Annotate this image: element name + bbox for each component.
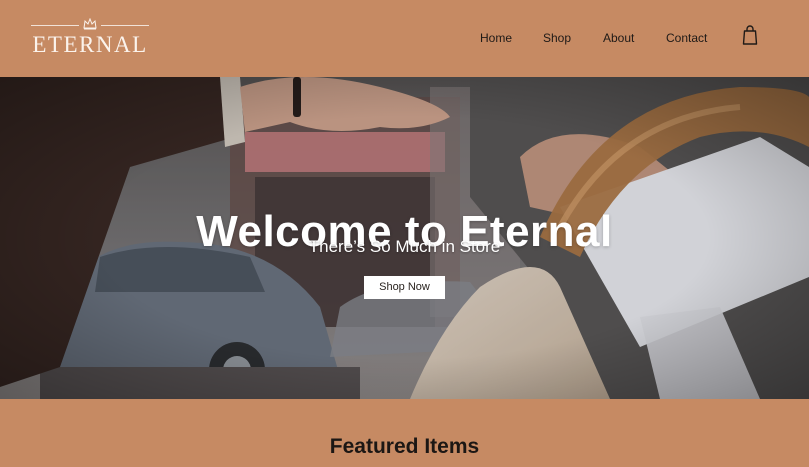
nav-item-about[interactable]: About <box>603 30 634 46</box>
crown-icon <box>83 18 97 30</box>
hero-subtitle: There’s So Much in Store <box>308 237 501 256</box>
featured-section: Featured Items <box>0 399 809 467</box>
logo-rule-right <box>101 25 149 26</box>
nav-item-contact[interactable]: Contact <box>666 30 707 46</box>
hero-banner: Welcome to Eternal There’s So Much in St… <box>0 77 809 399</box>
site-header: Eternal Home Shop About Contact <box>0 0 809 77</box>
featured-title: Featured Items <box>329 435 480 458</box>
nav-item-home[interactable]: Home <box>480 30 512 46</box>
nav-item-shop[interactable]: Shop <box>543 30 571 46</box>
logo-rule-left <box>31 25 79 26</box>
shop-now-button[interactable]: Shop Now <box>364 276 445 299</box>
main-nav: Home Shop About Contact <box>0 30 809 46</box>
shopping-bag-icon[interactable] <box>741 24 759 46</box>
page: Eternal Home Shop About Contact <box>0 0 809 467</box>
